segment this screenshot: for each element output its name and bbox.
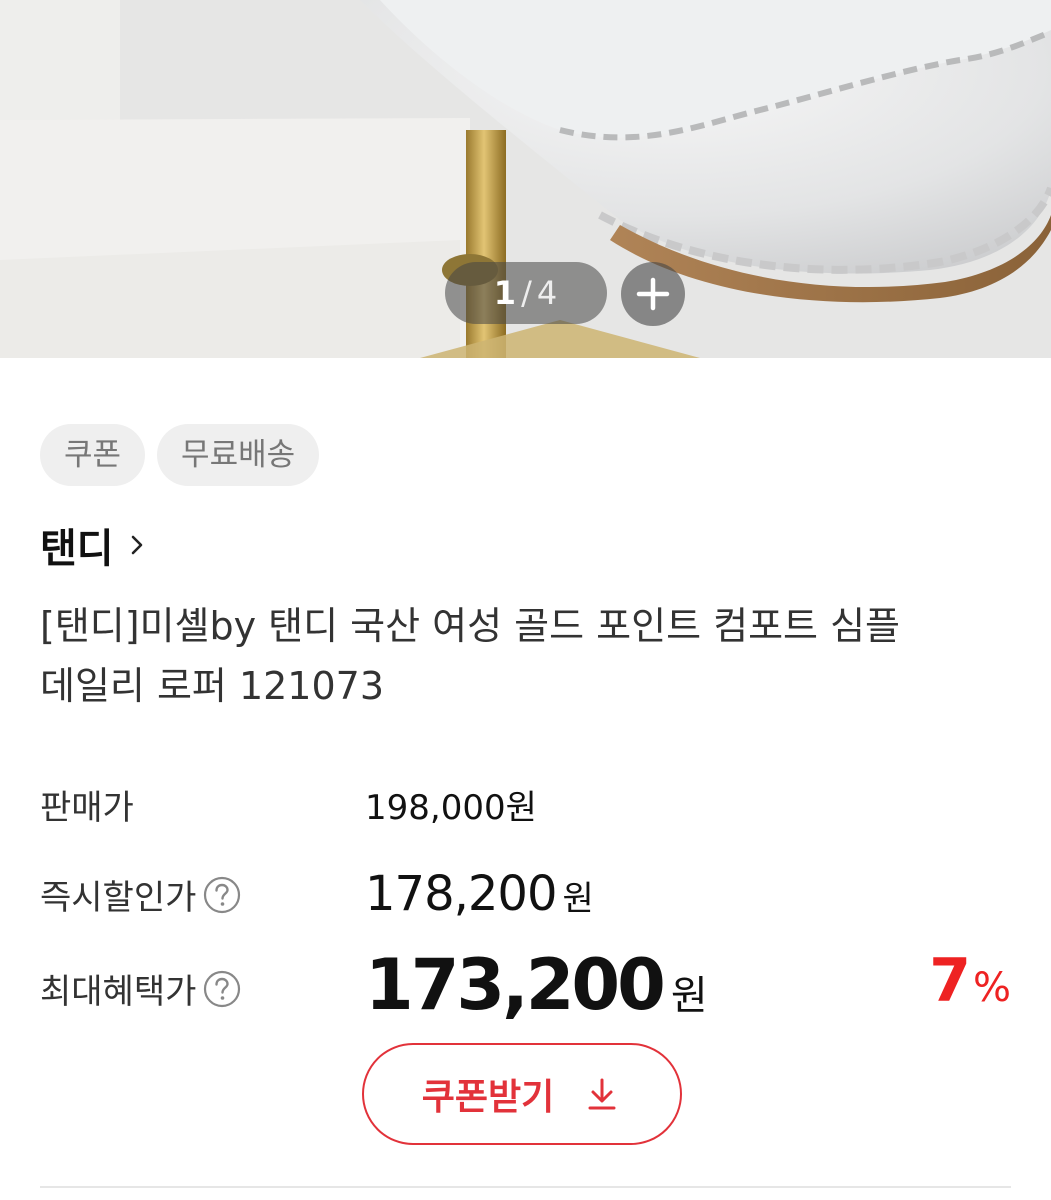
instant-discount-unit: 원 bbox=[562, 879, 594, 919]
tag-free-shipping: 무료배송 bbox=[157, 424, 320, 486]
max-benefit-unit: 원 bbox=[670, 973, 708, 1019]
question-circle-icon[interactable] bbox=[202, 969, 242, 1009]
plus-icon bbox=[636, 277, 670, 311]
sale-price-label: 판매가 bbox=[40, 780, 134, 829]
brand-link[interactable]: 탠디 bbox=[40, 517, 148, 573]
discount-rate-unit: % bbox=[972, 965, 1011, 1011]
instant-discount-label: 즉시할인가 bbox=[40, 870, 242, 919]
product-title: [탠디]미셸by 탠디 국산 여성 골드 포인트 컴포트 심플 데일리 로퍼 1… bbox=[40, 604, 901, 708]
sale-price-value: 198,000원 bbox=[365, 788, 537, 828]
pager-total: 4 bbox=[536, 274, 559, 312]
instant-discount-amount: 178,200 bbox=[365, 866, 557, 922]
max-benefit-price: 173,200 원 bbox=[365, 944, 708, 1026]
tag-coupon: 쿠폰 bbox=[40, 424, 146, 486]
get-coupon-button[interactable]: 쿠폰받기 bbox=[362, 1043, 682, 1145]
get-coupon-label: 쿠폰받기 bbox=[421, 1077, 555, 1118]
chevron-right-icon bbox=[131, 535, 142, 555]
sale-price-label-text: 판매가 bbox=[40, 788, 134, 828]
pager-current: 1 bbox=[493, 274, 518, 312]
max-benefit-label-text: 최대혜택가 bbox=[40, 972, 197, 1012]
question-circle-icon[interactable] bbox=[202, 875, 242, 915]
section-divider bbox=[40, 1186, 1011, 1188]
max-benefit-label: 최대혜택가 bbox=[40, 964, 242, 1013]
download-icon bbox=[588, 1078, 616, 1110]
image-pager: 1/4 bbox=[445, 262, 607, 324]
discount-rate-number: 7 bbox=[929, 946, 971, 1016]
product-tags: 쿠폰 무료배송 bbox=[40, 424, 320, 486]
max-benefit-amount: 173,200 bbox=[365, 944, 666, 1026]
pager-separator: / bbox=[521, 274, 533, 312]
brand-name: 탠디 bbox=[40, 526, 114, 572]
instant-discount-price: 178,200 원 bbox=[365, 866, 594, 922]
zoom-button[interactable] bbox=[621, 262, 685, 326]
product-image[interactable]: 1/4 bbox=[0, 0, 1051, 358]
instant-discount-label-text: 즉시할인가 bbox=[40, 878, 197, 918]
discount-rate: 7% bbox=[929, 946, 1011, 1016]
